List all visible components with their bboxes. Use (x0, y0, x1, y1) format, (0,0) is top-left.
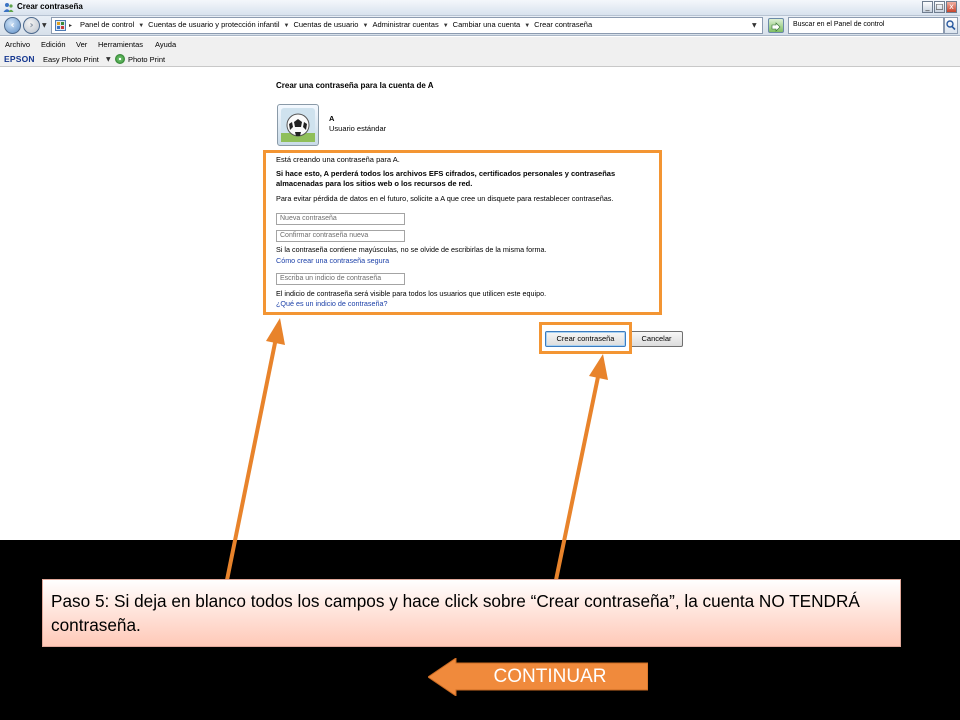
chevron-down-icon[interactable]: ▼ (524, 23, 530, 29)
avatar (277, 104, 319, 146)
control-panel-window: Crear contraseña _ □ x ‹ › ▼ ▸ Panel de … (0, 0, 960, 540)
user-type: Usuario estándar (329, 124, 387, 133)
breadcrumb-create-password[interactable]: Crear contraseña (534, 20, 592, 29)
user-name: A (329, 114, 335, 123)
back-button[interactable]: ‹ (4, 17, 21, 34)
control-panel-icon (55, 20, 66, 31)
step-caption: Paso 5: Si deja en blanco todos los camp… (42, 579, 901, 647)
breadcrumb-control-panel[interactable]: Panel de control (80, 20, 134, 29)
address-history-dropdown-icon[interactable]: ▼ (752, 22, 757, 29)
chevron-down-icon[interactable]: ▼ (106, 56, 111, 63)
photo-print-icon (115, 54, 125, 64)
chevron-down-icon[interactable]: ▼ (443, 23, 449, 29)
refresh-button[interactable] (768, 18, 784, 33)
breadcrumb: Panel de control ▼ Cuentas de usuario y pr… (80, 20, 592, 29)
breadcrumb-user-accounts[interactable]: Cuentas de usuario (293, 20, 358, 29)
epson-logo: EPSON (4, 54, 35, 64)
close-button[interactable]: x (946, 1, 957, 13)
epson-toolbar: EPSON Easy Photo Print ▼ Photo Print (0, 51, 960, 67)
window-title: Crear contraseña (17, 2, 83, 11)
search-button[interactable] (944, 17, 958, 34)
menu-ayuda[interactable]: Ayuda (155, 40, 176, 49)
forward-button[interactable]: › (23, 17, 40, 34)
breadcrumb-root-chevron-icon[interactable]: ▸ (69, 22, 72, 29)
title-bar: Crear contraseña _ □ x (0, 0, 960, 16)
slide: Crear contraseña _ □ x ‹ › ▼ ▸ Panel de … (0, 0, 960, 720)
chevron-down-icon[interactable]: ▼ (362, 23, 368, 29)
cancel-button[interactable]: Cancelar (630, 331, 683, 347)
soccer-ball-icon (281, 108, 315, 142)
easy-photo-print-button[interactable]: Easy Photo Print (43, 55, 99, 64)
search-icon (946, 20, 956, 31)
users-icon (3, 3, 14, 12)
caption-text: Paso 5: Si deja en blanco todos los camp… (51, 591, 860, 635)
chevron-down-icon[interactable]: ▼ (138, 23, 144, 29)
continue-label: CONTINUAR (493, 666, 607, 687)
menu-archivo[interactable]: Archivo (5, 40, 30, 49)
menu-ver[interactable]: Ver (76, 40, 87, 49)
menu-edicion[interactable]: Edición (41, 40, 66, 49)
recent-pages-dropdown-icon[interactable]: ▼ (42, 22, 47, 29)
form-highlight-box (263, 150, 662, 315)
search-input[interactable]: Buscar en el Panel de control (788, 17, 944, 34)
breadcrumb-manage-accounts[interactable]: Administrar cuentas (372, 20, 438, 29)
breadcrumb-change-account[interactable]: Cambiar una cuenta (453, 20, 521, 29)
refresh-icon (771, 22, 781, 32)
menu-herramientas[interactable]: Herramientas (98, 40, 143, 49)
photo-print-button[interactable]: Photo Print (128, 55, 165, 64)
menu-bar: Archivo Edición Ver Herramientas Ayuda (0, 37, 960, 51)
address-field[interactable]: ▸ Panel de control ▼ Cuentas de usuario y … (51, 17, 763, 34)
chevron-down-icon[interactable]: ▼ (283, 23, 289, 29)
breadcrumb-user-accounts-family[interactable]: Cuentas de usuario y protección infantil (148, 20, 279, 29)
page-title: Crear una contraseña para la cuenta de A (276, 81, 434, 90)
address-bar: ‹ › ▼ ▸ Panel de control ▼ Cuentas de usua… (0, 16, 960, 36)
search-placeholder: Buscar en el Panel de control (793, 21, 885, 28)
create-button-highlight-box (539, 322, 632, 354)
minimize-button[interactable]: _ (922, 1, 933, 13)
maximize-button[interactable]: □ (934, 1, 945, 13)
